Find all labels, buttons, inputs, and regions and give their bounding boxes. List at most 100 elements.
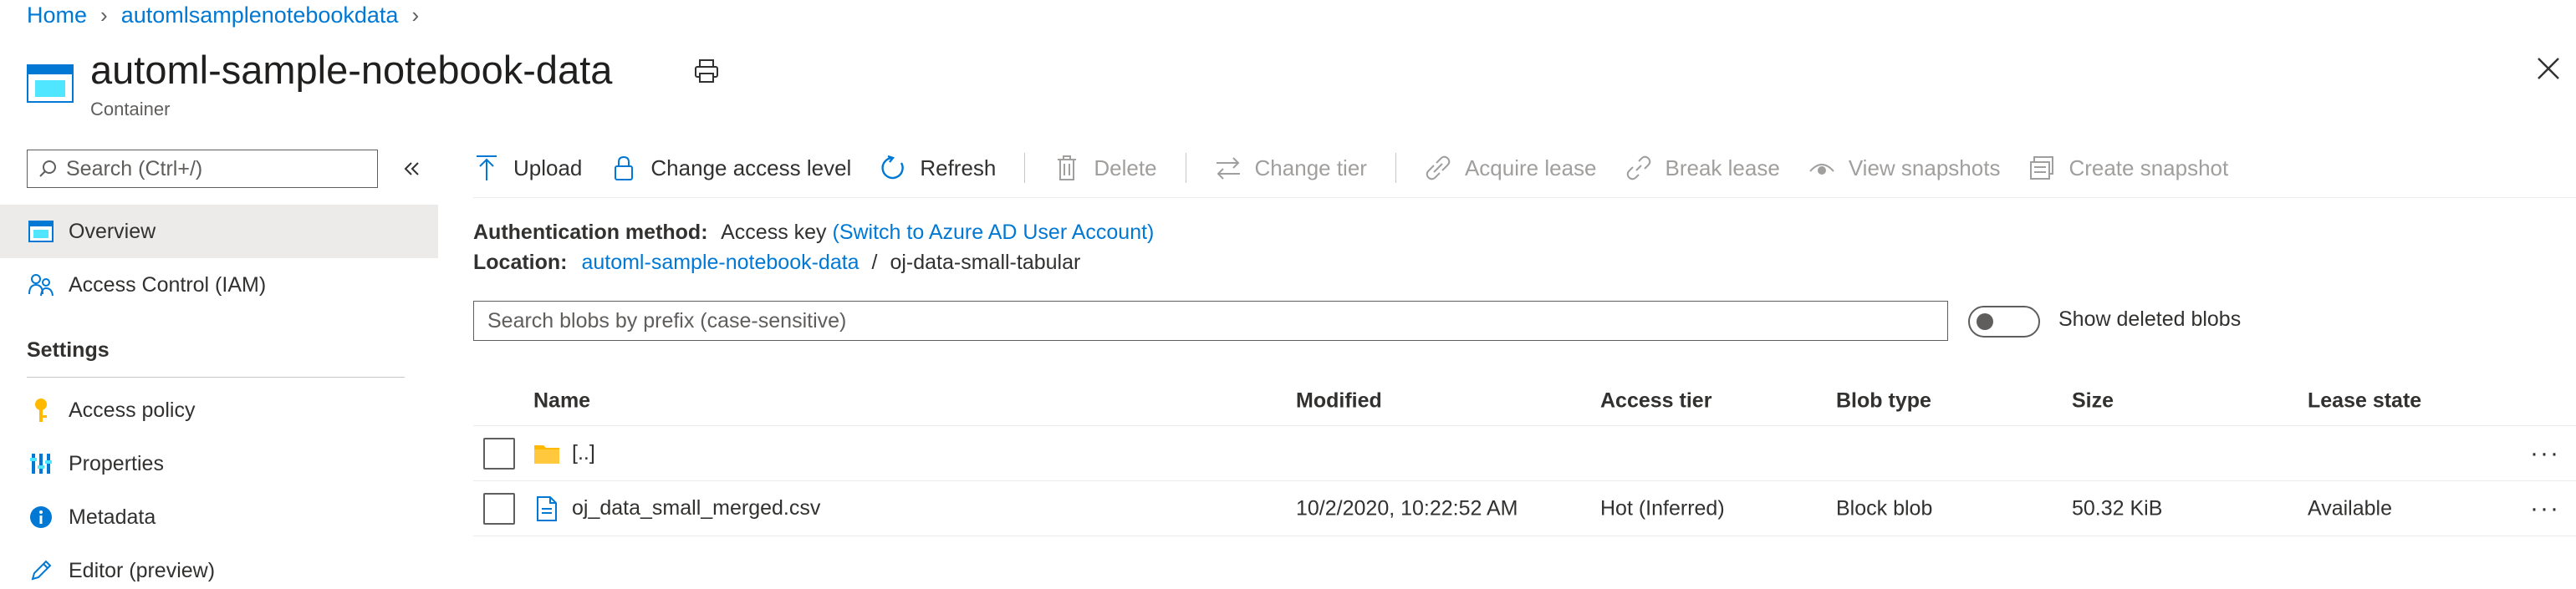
sidebar-item-label: Access policy [69, 398, 196, 422]
row-blob-type: Block blob [1836, 496, 1933, 520]
overview-icon [27, 217, 55, 246]
delete-button[interactable]: Delete [1053, 155, 1157, 181]
column-header-access-tier[interactable]: Access tier [1600, 388, 1711, 413]
acquire-lease-button[interactable]: Acquire lease [1425, 155, 1597, 181]
sidebar-item-access-control[interactable]: Access Control (IAM) [0, 258, 438, 312]
change-access-level-button[interactable]: Change access level [610, 155, 851, 181]
chevron-right-icon: › [411, 2, 420, 28]
acquire-lease-label: Acquire lease [1464, 155, 1597, 180]
auth-method-line: Authentication method: Access key (Switc… [473, 221, 1154, 245]
trash-icon [1053, 155, 1080, 181]
blob-search-placeholder: Search blobs by prefix (case-sensitive) [487, 308, 847, 333]
row-name[interactable]: [..] [572, 441, 595, 465]
location-path: oj-data-small-tabular [890, 251, 1081, 274]
people-icon [27, 271, 55, 299]
change-tier-label: Change tier [1254, 155, 1367, 180]
row-name-cell: [..] [533, 440, 595, 467]
refresh-label: Refresh [920, 155, 997, 180]
row-lease-state: Available [2308, 496, 2393, 520]
sidebar-item-overview[interactable]: Overview [0, 205, 438, 258]
left-nav: Search (Ctrl+/) Overview Access Control … [0, 146, 438, 589]
location-label: Location: [473, 251, 568, 274]
page-subtitle: Container [90, 99, 171, 119]
swap-arrows-icon [1215, 155, 1242, 181]
toolbar-divider [473, 197, 2576, 198]
column-header-name[interactable]: Name [533, 388, 590, 413]
more-options-icon[interactable]: ··· [2530, 439, 2560, 468]
nav-divider [27, 377, 405, 378]
delete-label: Delete [1094, 155, 1157, 180]
auth-method-value: Access key [721, 221, 827, 244]
sidebar-item-metadata[interactable]: Metadata [0, 490, 438, 544]
column-header-modified[interactable]: Modified [1296, 388, 1382, 413]
table-row[interactable]: [..] ··· [473, 426, 2576, 481]
column-header-lease-state[interactable]: Lease state [2308, 388, 2421, 413]
sidebar-item-label: Properties [69, 451, 164, 475]
file-icon [537, 495, 557, 521]
key-icon [27, 396, 55, 424]
switch-auth-link[interactable]: (Switch to Azure AD User Account) [833, 221, 1155, 244]
row-size: 50.32 KiB [2072, 496, 2163, 520]
change-tier-button[interactable]: Change tier [1215, 155, 1367, 181]
refresh-icon [880, 155, 906, 181]
sidebar-item-access-policy[interactable]: Access policy [0, 383, 438, 437]
sidebar-item-label: Editor (preview) [69, 558, 216, 582]
menu-search-placeholder: Search (Ctrl+/) [66, 156, 203, 180]
create-snapshot-button[interactable]: Create snapshot [2028, 155, 2228, 181]
row-access-tier: Hot (Inferred) [1600, 496, 1725, 520]
command-bar: Upload Change access level Refresh Delet… [473, 146, 2257, 190]
chevron-right-icon: › [100, 2, 108, 28]
breadcrumb-storage-account-link[interactable]: automlsamplenotebookdata [121, 3, 399, 28]
row-name-cell: oj_data_small_merged.csv [533, 495, 820, 522]
breadcrumb-home-link[interactable]: Home [27, 3, 87, 28]
print-icon[interactable] [692, 57, 721, 85]
blob-table: Name Modified Access tier Blob type Size… [473, 376, 2576, 536]
settings-section-title: Settings [27, 338, 110, 362]
auth-method-label: Authentication method: [473, 221, 708, 244]
change-access-level-label: Change access level [650, 155, 852, 180]
create-snapshot-label: Create snapshot [2068, 155, 2229, 180]
sidebar-item-properties[interactable]: Properties [0, 437, 438, 490]
row-name[interactable]: oj_data_small_merged.csv [572, 496, 820, 520]
upload-button[interactable]: Upload [473, 155, 582, 181]
view-snapshots-label: View snapshots [1848, 155, 2001, 180]
more-options-icon[interactable]: ··· [2530, 495, 2560, 523]
collapse-double-chevron-icon[interactable] [400, 156, 425, 181]
link-icon [1425, 155, 1451, 181]
row-checkbox[interactable] [483, 492, 515, 525]
show-deleted-blobs-toggle[interactable] [1968, 306, 2040, 338]
menu-search-input[interactable]: Search (Ctrl+/) [27, 150, 378, 188]
info-icon [27, 503, 55, 531]
sidebar-item-label: Access Control (IAM) [69, 272, 267, 297]
search-icon [39, 160, 56, 177]
toggle-knob [1977, 313, 1993, 330]
column-header-blob-type[interactable]: Blob type [1836, 388, 1931, 413]
sidebar-item-editor[interactable]: Editor (preview) [0, 544, 438, 589]
snapshot-icon [2028, 155, 2055, 181]
breadcrumb: Home › automlsamplenotebookdata › [27, 0, 432, 30]
show-deleted-blobs-label: Show deleted blobs [2058, 307, 2242, 331]
pencil-icon [27, 556, 55, 585]
page-title: automl-sample-notebook-data [90, 48, 613, 92]
location-separator: / [871, 251, 878, 274]
properties-icon [27, 449, 55, 478]
refresh-button[interactable]: Refresh [880, 155, 996, 181]
lock-icon [610, 155, 637, 181]
table-row[interactable]: oj_data_small_merged.csv 10/2/2020, 10:2… [473, 481, 2576, 536]
upload-icon [473, 155, 500, 181]
broken-link-icon [1625, 155, 1652, 181]
column-header-size[interactable]: Size [2072, 388, 2114, 413]
break-lease-button[interactable]: Break lease [1625, 155, 1780, 181]
close-icon[interactable] [2533, 53, 2563, 84]
toolbar-separator [1024, 153, 1026, 183]
blob-prefix-search-input[interactable]: Search blobs by prefix (case-sensitive) [473, 301, 1948, 341]
row-checkbox[interactable] [483, 437, 515, 470]
location-line: Location: automl-sample-notebook-data / … [473, 251, 1080, 275]
sidebar-item-label: Metadata [69, 505, 156, 529]
break-lease-label: Break lease [1665, 155, 1780, 180]
sidebar-item-label: Overview [69, 219, 156, 243]
upload-label: Upload [513, 155, 583, 180]
location-container-link[interactable]: automl-sample-notebook-data [581, 251, 859, 274]
page-header: automl-sample-notebook-data Container [27, 43, 612, 120]
view-snapshots-button[interactable]: View snapshots [1808, 155, 2001, 181]
